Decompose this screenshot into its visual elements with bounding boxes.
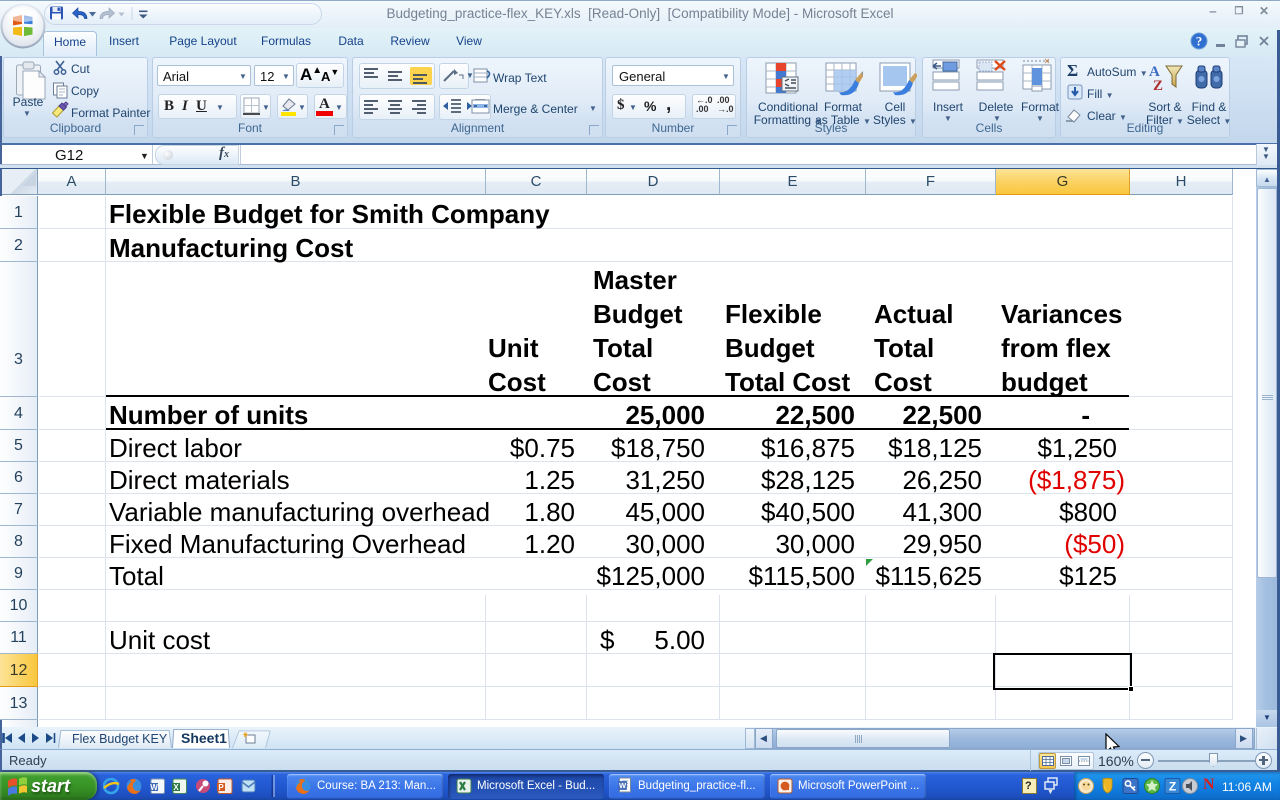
- svg-text:W: W: [150, 783, 158, 792]
- svg-text:Z: Z: [1169, 780, 1176, 794]
- svg-text:X: X: [173, 783, 179, 792]
- svg-text:Z: Z: [1153, 78, 1163, 94]
- svg-text:W: W: [619, 781, 627, 790]
- svg-text:?: ?: [1196, 34, 1203, 49]
- svg-text:P: P: [218, 783, 224, 792]
